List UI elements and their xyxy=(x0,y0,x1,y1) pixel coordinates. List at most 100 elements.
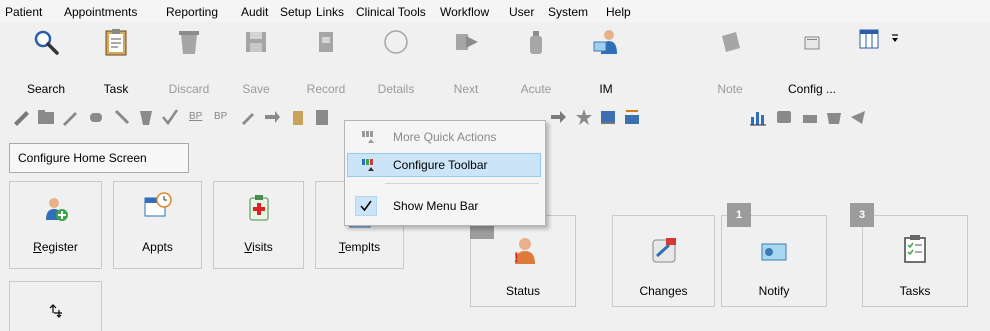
next-arrow-icon xyxy=(456,34,478,50)
notify-label: Notify xyxy=(758,284,790,298)
mail-notify-icon xyxy=(761,243,787,261)
note-button[interactable]: Note xyxy=(700,22,760,100)
configure-toolbar-item[interactable]: Configure Toolbar xyxy=(347,153,541,177)
move-arrows-icon xyxy=(49,304,62,318)
menu-patient[interactable]: Patient xyxy=(5,5,42,19)
acute-button[interactable]: Acute xyxy=(506,22,566,100)
record-label: Record xyxy=(306,82,346,96)
jar-icon[interactable] xyxy=(288,107,308,127)
toolbar-context-menu: More Quick Actions Configure Toolbar Sho… xyxy=(344,120,546,226)
menu-bar: Patient Appointments Reporting Audit Set… xyxy=(0,0,990,23)
acute-label: Acute xyxy=(520,82,552,96)
details-label: Details xyxy=(377,82,415,96)
task-label: Task xyxy=(103,82,129,96)
person-alert-icon: ! xyxy=(514,238,535,265)
circle-icon xyxy=(384,30,408,54)
changes-tile[interactable]: Changes xyxy=(612,215,715,307)
register-label: Register xyxy=(33,240,78,254)
chevron-more-icon[interactable] xyxy=(890,34,900,44)
monitor-icon[interactable] xyxy=(598,107,618,127)
person-mail-icon xyxy=(593,30,617,54)
record-icon xyxy=(319,32,333,52)
changes-icon xyxy=(652,238,676,263)
search-label: Search xyxy=(26,82,66,96)
menu-links[interactable]: Links xyxy=(316,5,344,19)
im-button[interactable]: IM xyxy=(576,22,636,100)
details-button[interactable]: Details xyxy=(366,22,426,100)
menu-audit[interactable]: Audit xyxy=(241,5,268,19)
capsule-icon[interactable] xyxy=(86,107,106,127)
send-icon[interactable] xyxy=(848,107,868,127)
medical-kit-icon xyxy=(249,195,268,221)
more-quick-actions-item: More Quick Actions xyxy=(347,125,541,149)
cup-icon[interactable] xyxy=(136,107,156,127)
visits-tile[interactable]: Visits xyxy=(213,181,304,269)
menu-reporting[interactable]: Reporting xyxy=(166,5,218,19)
appts-label: Appts xyxy=(142,240,173,254)
config-button[interactable]: Config ... xyxy=(782,22,842,100)
save-button[interactable]: Save xyxy=(226,22,286,100)
menu-help[interactable]: Help xyxy=(606,5,631,19)
register-tile[interactable]: Register xyxy=(9,181,102,269)
menu-workflow[interactable]: Workflow xyxy=(440,5,489,19)
calendar-clock-icon xyxy=(144,192,172,217)
arrow-right-icon[interactable] xyxy=(548,107,568,127)
clipboard-icon xyxy=(105,29,127,56)
folder-icon[interactable] xyxy=(36,107,56,127)
main-toolbar: Search Task Discard Save Record Details xyxy=(0,22,990,102)
discard-label: Discard xyxy=(168,82,210,96)
search-button[interactable]: Search xyxy=(16,22,76,100)
notify-tile[interactable]: Notify xyxy=(721,215,827,307)
check-icon xyxy=(355,196,377,216)
gp-icon[interactable] xyxy=(774,107,794,127)
notify-badge: 1 xyxy=(727,203,751,227)
trash-icon xyxy=(179,31,199,54)
graph-icon[interactable] xyxy=(748,107,768,127)
config-icon xyxy=(804,36,820,50)
menu-user[interactable]: User xyxy=(509,5,534,19)
menu-clinical-tools[interactable]: Clinical Tools xyxy=(356,5,426,19)
more-actions-icon xyxy=(362,131,374,143)
layout-icon[interactable] xyxy=(858,28,880,50)
envelope-pen-icon[interactable] xyxy=(622,107,642,127)
syringe-icon[interactable] xyxy=(60,107,80,127)
arrow-icon[interactable] xyxy=(262,107,282,127)
email-icon[interactable] xyxy=(824,107,844,127)
pen-icon[interactable] xyxy=(12,107,32,127)
bottle-icon xyxy=(530,31,542,54)
bp-label[interactable]: BP xyxy=(214,111,227,122)
calculator-icon[interactable] xyxy=(312,107,332,127)
thermometer-icon[interactable] xyxy=(112,107,132,127)
check-pen-icon[interactable] xyxy=(160,107,180,127)
person-add-icon xyxy=(45,198,68,221)
star-icon[interactable] xyxy=(574,107,594,127)
next-button[interactable]: Next xyxy=(436,22,496,100)
note-icon xyxy=(722,32,740,52)
tasks-tile[interactable]: Tasks xyxy=(862,215,968,307)
menu-system[interactable]: System xyxy=(548,5,588,19)
bp-icon-label[interactable]: BP xyxy=(189,111,202,122)
tasks-icon xyxy=(904,235,926,263)
configure-toolbar-icon xyxy=(362,159,374,171)
next-label: Next xyxy=(453,82,479,96)
menu-appointments[interactable]: Appointments xyxy=(64,5,137,19)
status-label: Status xyxy=(505,284,541,298)
visits-label: Visits xyxy=(244,240,273,254)
task-button[interactable]: Task xyxy=(86,22,146,100)
note-label: Note xyxy=(717,82,743,96)
magnifier-icon xyxy=(34,30,59,55)
record-button[interactable]: Record xyxy=(296,22,356,100)
templts-label: Templts xyxy=(338,240,381,254)
discard-button[interactable]: Discard xyxy=(159,22,219,100)
changes-label: Changes xyxy=(639,284,688,298)
configure-home-screen-button[interactable]: Configure Home Screen xyxy=(9,143,189,173)
customize-tile[interactable] xyxy=(9,281,102,331)
appts-tile[interactable]: Appts xyxy=(113,181,202,269)
menu-setup[interactable]: Setup xyxy=(280,5,311,19)
tasks-label: Tasks xyxy=(899,284,931,298)
im-label: IM xyxy=(599,82,613,96)
print-icon[interactable] xyxy=(800,107,820,127)
show-menu-bar-item[interactable]: Show Menu Bar xyxy=(347,194,541,218)
menu-separator xyxy=(385,183,539,184)
dropper-icon[interactable] xyxy=(238,107,258,127)
